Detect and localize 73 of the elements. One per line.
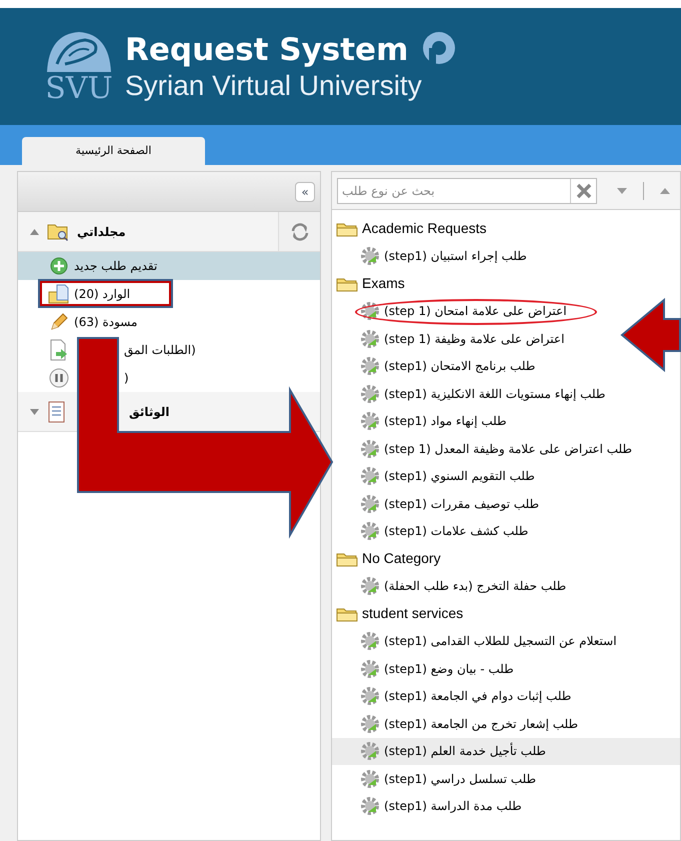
- item-label: الوارد (20): [74, 286, 130, 303]
- item-label: طلب توصيف مقررات (step1): [384, 496, 540, 513]
- gear-icon: [360, 301, 380, 322]
- item-label: طلب إنهاء مستويات اللغة الانكليزية (step1): [384, 386, 606, 403]
- caret-down-icon[interactable]: [617, 188, 627, 194]
- gear-icon: [360, 411, 380, 432]
- item-label: طلب اعتراض على علامة وظيفة المعدل (step 1): [384, 440, 632, 458]
- clear-icon[interactable]: [576, 182, 592, 198]
- item-label: طلب إجراء استبيان (step1): [384, 248, 527, 266]
- folder-icon: [336, 276, 358, 292]
- item-label: طلب إنهاء مواد (step1): [384, 413, 507, 430]
- logo-dome-icon: [45, 30, 113, 74]
- caret-up-icon[interactable]: [660, 188, 670, 194]
- gear-icon: [360, 631, 380, 652]
- item-label: طلب مدة الدراسة (step1): [384, 798, 522, 816]
- section-title[interactable]: مجلداتي: [77, 222, 126, 240]
- gear-icon: [360, 466, 380, 486]
- gear-icon: [360, 658, 380, 679]
- category-label[interactable]: No Category: [362, 548, 441, 570]
- item-label: (الطلبات المق: [124, 342, 196, 359]
- item-label: طلب برنامج الامتحان (step1): [384, 358, 536, 376]
- gear-icon: [360, 576, 380, 596]
- gear-icon: [360, 246, 380, 266]
- item-label: (: [124, 370, 129, 387]
- refresh-button[interactable]: [278, 212, 320, 251]
- item-label: اعتراض على علامة امتحان (step 1): [384, 303, 567, 320]
- collapse-button[interactable]: «: [295, 182, 315, 202]
- folder-icon: [336, 550, 358, 567]
- folder-icon: [336, 220, 358, 237]
- item-label: طلب - بيان وضع (step1): [384, 660, 514, 678]
- gear-icon: [360, 494, 380, 514]
- gear-icon: [360, 521, 380, 542]
- folder-search-icon: [47, 222, 69, 242]
- gear-icon: [360, 768, 380, 789]
- gear-icon: [360, 714, 380, 734]
- app-title: Request System: [125, 30, 408, 68]
- gear-icon: [360, 384, 380, 404]
- pencil-icon: [49, 312, 69, 332]
- category-label[interactable]: Academic Requests: [362, 218, 487, 240]
- item-label: اعتراض على علامة وظيفة (step 1): [384, 330, 564, 348]
- section-title[interactable]: الوثائق: [129, 402, 170, 420]
- item-label: طلب تسلسل دراسي (step1): [384, 770, 536, 788]
- request-type-item[interactable]: طلب تأجيل خدمة العلم (step1): [332, 738, 680, 765]
- search-box[interactable]: بحث عن نوع طلب: [337, 178, 597, 204]
- caret-down-icon[interactable]: [30, 408, 39, 414]
- gear-icon: [360, 356, 380, 376]
- gear-icon: [360, 328, 380, 349]
- item-label: طلب التقويم السنوي (step1): [384, 468, 535, 486]
- app-subtitle: Syrian Virtual University: [125, 68, 423, 102]
- item-label: طلب تأجيل خدمة العلم (step1): [384, 742, 546, 760]
- item-label: استعلام عن التسجيل للطلاب القدامى (step1): [384, 633, 617, 650]
- logo-text: SVU: [45, 74, 113, 104]
- gear-icon: [360, 741, 380, 762]
- gear-icon: [360, 438, 380, 459]
- folder-icon: [336, 606, 358, 622]
- document-arrow-icon: [49, 339, 69, 361]
- tab[interactable]: الصفحة الرئيسية: [22, 137, 205, 165]
- item-label: طلب كشف علامات (step1): [384, 523, 528, 540]
- category-label[interactable]: student services: [362, 603, 464, 624]
- item-label: طلب إشعار تخرج من الجامعة (step1): [384, 716, 578, 733]
- gear-icon: [360, 796, 380, 816]
- folder-item[interactable]: تقديم طلب جديد: [18, 252, 320, 280]
- plus-icon: [50, 257, 68, 275]
- gear-icon: [360, 686, 380, 706]
- item-label: تقديم طلب جديد: [74, 258, 158, 275]
- item-label: مسودة (63): [74, 314, 138, 331]
- pause-icon: [49, 368, 69, 388]
- category-label[interactable]: Exams: [362, 273, 405, 294]
- notebook-icon: [47, 400, 65, 422]
- caret-up-icon[interactable]: [30, 228, 39, 234]
- folder-document-icon: [48, 284, 70, 304]
- item-label: طلب إثبات دوام في الجامعة (step1): [384, 688, 572, 706]
- item-label: طلب حفلة التخرج (بدء طلب الحفلة): [384, 578, 566, 596]
